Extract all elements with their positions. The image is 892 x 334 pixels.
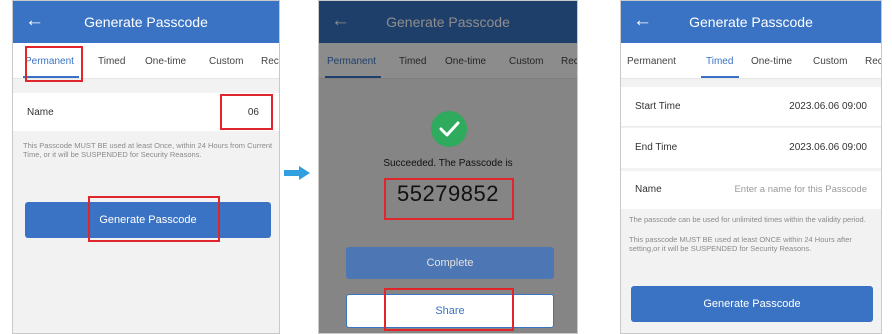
active-tab-indicator: [23, 76, 79, 78]
tab-one-time[interactable]: One-time: [751, 56, 792, 68]
end-time-label: End Time: [635, 142, 678, 153]
screen-timed: ← Generate Passcode Permanent Timed One-…: [620, 0, 882, 334]
start-time-label: Start Time: [635, 101, 681, 112]
check-circle-icon: [431, 111, 467, 147]
page-title: Generate Passcode: [84, 14, 208, 30]
tab-recurring[interactable]: Rec: [865, 56, 881, 68]
passcode-notice: This passcode MUST BE used at least ONCE…: [629, 235, 852, 253]
screen-success: ← Generate Passcode Permanent Timed One-…: [318, 0, 578, 334]
tab-one-time[interactable]: One-time: [145, 56, 186, 68]
complete-button[interactable]: Complete: [346, 247, 554, 279]
active-tab-indicator: [701, 76, 739, 78]
generate-passcode-button[interactable]: Generate Passcode: [631, 286, 873, 322]
tab-recurring[interactable]: Rec: [261, 56, 279, 68]
end-time-value[interactable]: 2023.06.06 09:00: [789, 142, 867, 153]
screen-permanent: ← Generate Passcode Permanent Timed One-…: [12, 0, 280, 334]
passcode-notice: This Passcode MUST BE used at least Once…: [23, 141, 273, 159]
name-label: Name: [27, 107, 54, 118]
share-button[interactable]: Share: [346, 294, 554, 328]
name-field[interactable]: Name Enter a name for this Passcode: [621, 171, 881, 209]
tab-custom[interactable]: Custom: [813, 56, 847, 68]
tab-bar: Permanent Timed One-time Custom Rec: [13, 43, 279, 79]
tab-custom[interactable]: Custom: [209, 56, 243, 68]
tab-timed[interactable]: Timed: [706, 56, 733, 68]
generate-passcode-button[interactable]: Generate Passcode: [25, 202, 271, 238]
start-time-field[interactable]: Start Time 2023.06.06 09:00: [621, 87, 881, 127]
success-message: Succeeded. The Passcode is: [383, 158, 513, 169]
passcode-value: 55279852: [397, 181, 499, 206]
end-time-field[interactable]: End Time 2023.06.06 09:00: [621, 128, 881, 168]
tab-permanent[interactable]: Permanent: [627, 56, 676, 68]
name-input[interactable]: Enter a name for this Passcode: [734, 184, 867, 195]
tab-permanent[interactable]: Permanent: [25, 56, 74, 68]
app-bar: ← Generate Passcode: [621, 1, 881, 43]
start-time-value[interactable]: 2023.06.06 09:00: [789, 101, 867, 112]
name-label: Name: [635, 184, 662, 195]
name-field[interactable]: Name 06: [13, 93, 279, 131]
right-arrow-icon: [284, 166, 310, 180]
validity-notice: The passcode can be used for unlimited t…: [629, 215, 866, 224]
tab-timed[interactable]: Timed: [98, 56, 125, 68]
name-input[interactable]: 06: [248, 107, 259, 118]
page-title: Generate Passcode: [689, 14, 813, 30]
app-bar: ← Generate Passcode: [13, 1, 279, 43]
tab-bar: Permanent Timed One-time Custom Rec: [621, 43, 881, 79]
